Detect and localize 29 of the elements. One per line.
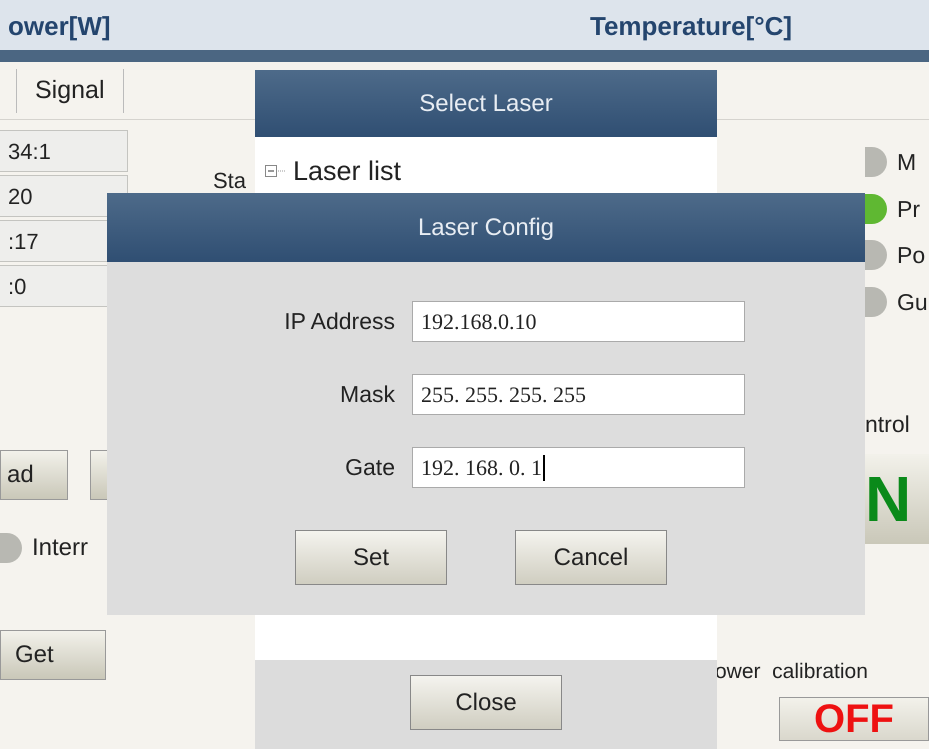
indicator-label: Interr [32, 533, 88, 563]
button[interactable]: Cancel [515, 530, 667, 585]
value-field: 20 [0, 175, 128, 217]
indicator-label: Po [897, 241, 926, 270]
tree-item[interactable]: Laser list [293, 151, 402, 192]
button[interactable]: Set [295, 530, 447, 585]
dialog-title-bar: Select Laser [255, 70, 717, 137]
off-button[interactable]: OFF [779, 697, 929, 741]
section-label: ntrol [864, 410, 911, 439]
field-label: Mask [340, 380, 395, 410]
indicator-label: Gu [897, 288, 928, 316]
dialog-title-bar: Laser Config [107, 193, 865, 262]
tab[interactable]: Signal [16, 68, 124, 112]
get-button[interactable]: Get [0, 630, 106, 680]
field-label: Gate [345, 453, 395, 482]
section-label: ower calibration [715, 658, 868, 684]
button[interactable]: ad [0, 450, 68, 500]
column-heading: ower[W] [7, 10, 112, 43]
indicator-label: M [897, 148, 916, 177]
column-heading: Temperature[°C] [589, 10, 792, 43]
field-label: IP Address [284, 307, 395, 336]
input-field[interactable]: 192. 168. 0. 1 [412, 447, 745, 488]
close-button[interactable]: Close [410, 675, 562, 730]
input-field[interactable]: 192.168.0.10 [412, 301, 745, 342]
value-field: 34:1 [0, 130, 128, 172]
collapse-icon[interactable] [265, 164, 287, 178]
indicator-label: Pr [897, 194, 920, 224]
group-label: Sta [213, 168, 246, 193]
input-field[interactable]: 255. 255. 255. 255 [412, 374, 745, 415]
